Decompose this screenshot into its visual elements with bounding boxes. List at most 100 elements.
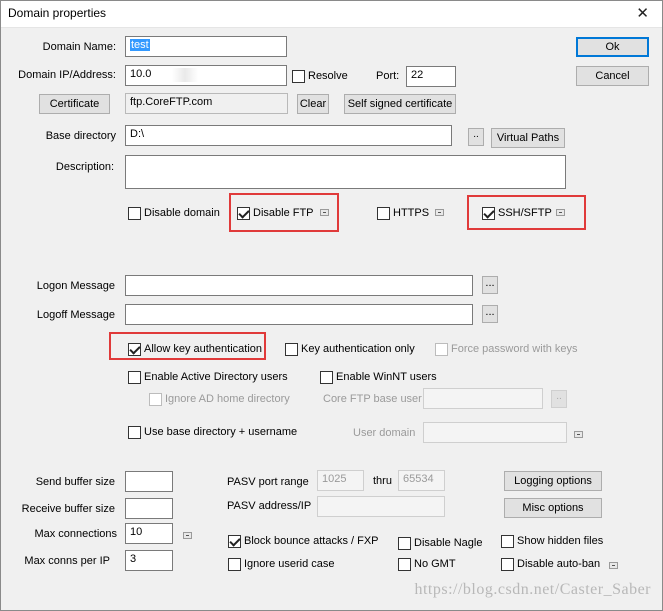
ignore-userid-case-label: Ignore userid case bbox=[244, 558, 335, 570]
show-hidden-files-checkbox[interactable]: Show hidden files bbox=[501, 534, 603, 548]
disable-auto-ban-box[interactable] bbox=[501, 557, 514, 571]
send-buffer-size-field[interactable] bbox=[125, 471, 173, 492]
enable-active-directory-checkbox[interactable]: Enable Active Directory users bbox=[128, 370, 288, 384]
enable-active-directory-label: Enable Active Directory users bbox=[144, 371, 288, 383]
enable-active-directory-box[interactable] bbox=[128, 370, 141, 384]
pasv-address-ip-label: PASV address/IP bbox=[227, 500, 312, 512]
core-ftp-base-user-label: Core FTP base user bbox=[323, 393, 422, 405]
ssh-sftp-label: SSH/SFTP bbox=[498, 207, 552, 219]
browse-base-directory-button[interactable]: .. bbox=[468, 128, 484, 146]
force-password-with-keys-label: Force password with keys bbox=[451, 343, 578, 355]
key-authentication-only-box[interactable] bbox=[285, 342, 298, 356]
pasv-port-from-field: 1025 bbox=[317, 470, 364, 491]
disable-nagle-box[interactable] bbox=[398, 536, 411, 550]
disable-ftp-options-icon[interactable] bbox=[320, 209, 329, 216]
user-domain-label: User domain bbox=[353, 427, 416, 439]
logging-options-button[interactable]: Logging options bbox=[504, 471, 602, 491]
base-directory-label: Base directory bbox=[45, 130, 116, 142]
key-authentication-only-label: Key authentication only bbox=[301, 343, 415, 355]
disable-ftp-checkbox[interactable]: Disable FTP bbox=[237, 206, 314, 220]
resolve-label: Resolve bbox=[308, 70, 348, 82]
enable-winnt-users-box[interactable] bbox=[320, 370, 333, 384]
use-base-directory-username-label: Use base directory + username bbox=[144, 426, 298, 438]
https-checkbox[interactable]: HTTPS bbox=[377, 206, 429, 220]
disable-domain-checkbox[interactable]: Disable domain bbox=[128, 206, 220, 220]
close-icon[interactable]: ✕ bbox=[636, 4, 649, 22]
logon-message-browse-button[interactable]: ... bbox=[482, 276, 498, 294]
clear-button[interactable]: Clear bbox=[297, 94, 329, 114]
allow-key-authentication-label: Allow key authentication bbox=[144, 343, 263, 355]
domain-name-field[interactable]: test bbox=[125, 36, 287, 57]
max-conns-per-ip-field[interactable]: 3 bbox=[125, 550, 173, 571]
block-bounce-attacks-checkbox[interactable]: Block bounce attacks / FXP bbox=[228, 534, 379, 548]
key-authentication-only-checkbox[interactable]: Key authentication only bbox=[285, 342, 415, 356]
ignore-ad-home-label: Ignore AD home directory bbox=[165, 393, 290, 405]
port-value: 22 bbox=[411, 69, 424, 81]
pasv-port-thru-value: 65534 bbox=[403, 473, 434, 485]
description-label: Description: bbox=[55, 161, 114, 173]
port-field[interactable]: 22 bbox=[406, 66, 456, 87]
block-bounce-attacks-box[interactable] bbox=[228, 534, 241, 548]
ignore-userid-case-checkbox[interactable]: Ignore userid case bbox=[228, 557, 335, 571]
max-connections-field[interactable]: 10 bbox=[125, 523, 173, 544]
max-connections-value: 10 bbox=[130, 526, 143, 538]
disable-auto-ban-options-icon[interactable] bbox=[609, 562, 618, 569]
ignore-userid-case-box[interactable] bbox=[228, 557, 241, 571]
send-buffer-size-label: Send buffer size bbox=[35, 476, 115, 488]
receive-buffer-size-label: Receive buffer size bbox=[21, 503, 115, 515]
base-directory-field[interactable]: D:\ bbox=[125, 125, 452, 146]
logoff-message-browse-button[interactable]: ... bbox=[482, 305, 498, 323]
description-field[interactable] bbox=[125, 155, 566, 189]
core-ftp-base-user-field bbox=[423, 388, 543, 409]
base-directory-value: D:\ bbox=[130, 128, 145, 140]
receive-buffer-size-field[interactable] bbox=[125, 498, 173, 519]
ssh-sftp-options-icon[interactable] bbox=[556, 209, 565, 216]
allow-key-authentication-checkbox[interactable]: Allow key authentication bbox=[128, 342, 262, 356]
disable-ftp-label: Disable FTP bbox=[253, 207, 314, 219]
cancel-button[interactable]: Cancel bbox=[576, 66, 649, 86]
enable-winnt-users-checkbox[interactable]: Enable WinNT users bbox=[320, 370, 437, 384]
show-hidden-files-label: Show hidden files bbox=[517, 535, 604, 547]
logoff-message-label: Logoff Message bbox=[36, 309, 115, 321]
domain-ip-field[interactable]: 10.0 bbox=[125, 65, 287, 86]
show-hidden-files-box[interactable] bbox=[501, 534, 514, 548]
certificate-path-value: ftp.CoreFTP.com bbox=[130, 96, 213, 108]
disable-nagle-checkbox[interactable]: Disable Nagle bbox=[398, 536, 482, 550]
misc-options-button[interactable]: Misc options bbox=[504, 498, 602, 518]
use-base-directory-username-box[interactable] bbox=[128, 425, 141, 439]
https-label: HTTPS bbox=[393, 207, 430, 219]
no-gmt-checkbox[interactable]: No GMT bbox=[398, 557, 456, 571]
https-box[interactable] bbox=[377, 206, 390, 220]
pasv-port-from-value: 1025 bbox=[322, 473, 347, 485]
port-label: Port: bbox=[376, 70, 400, 82]
max-connections-options-icon[interactable] bbox=[183, 532, 192, 539]
resolve-checkbox[interactable]: Resolve bbox=[292, 69, 348, 83]
domain-ip-value: 10.0 bbox=[130, 68, 152, 80]
virtual-paths-button[interactable]: Virtual Paths bbox=[491, 128, 565, 148]
pasv-address-ip-field bbox=[317, 496, 445, 517]
redacted-ip-blur bbox=[172, 68, 198, 82]
disable-domain-box[interactable] bbox=[128, 206, 141, 220]
user-domain-options-icon[interactable] bbox=[574, 431, 583, 438]
disable-ftp-box[interactable] bbox=[237, 206, 250, 220]
ok-button[interactable]: Ok bbox=[576, 37, 649, 57]
ssh-sftp-checkbox[interactable]: SSH/SFTP bbox=[482, 206, 552, 220]
ignore-ad-home-box bbox=[149, 392, 162, 406]
resolve-checkbox-box[interactable] bbox=[292, 69, 305, 83]
domain-ip-label: Domain IP/Address: bbox=[18, 69, 116, 81]
force-password-with-keys-checkbox: Force password with keys bbox=[435, 342, 578, 356]
certificate-path-field: ftp.CoreFTP.com bbox=[125, 93, 288, 114]
logoff-message-field[interactable] bbox=[125, 304, 473, 325]
use-base-directory-username-checkbox[interactable]: Use base directory + username bbox=[128, 425, 297, 439]
no-gmt-box[interactable] bbox=[398, 557, 411, 571]
ssh-sftp-box[interactable] bbox=[482, 206, 495, 220]
block-bounce-attacks-label: Block bounce attacks / FXP bbox=[244, 535, 379, 547]
user-domain-field bbox=[423, 422, 567, 443]
certificate-button[interactable]: Certificate bbox=[39, 94, 110, 114]
disable-auto-ban-checkbox[interactable]: Disable auto-ban bbox=[501, 557, 600, 571]
self-signed-certificate-button[interactable]: Self signed certificate bbox=[344, 94, 456, 114]
pasv-port-range-label: PASV port range bbox=[227, 476, 309, 488]
https-options-icon[interactable] bbox=[435, 209, 444, 216]
logon-message-field[interactable] bbox=[125, 275, 473, 296]
allow-key-authentication-box[interactable] bbox=[128, 342, 141, 356]
